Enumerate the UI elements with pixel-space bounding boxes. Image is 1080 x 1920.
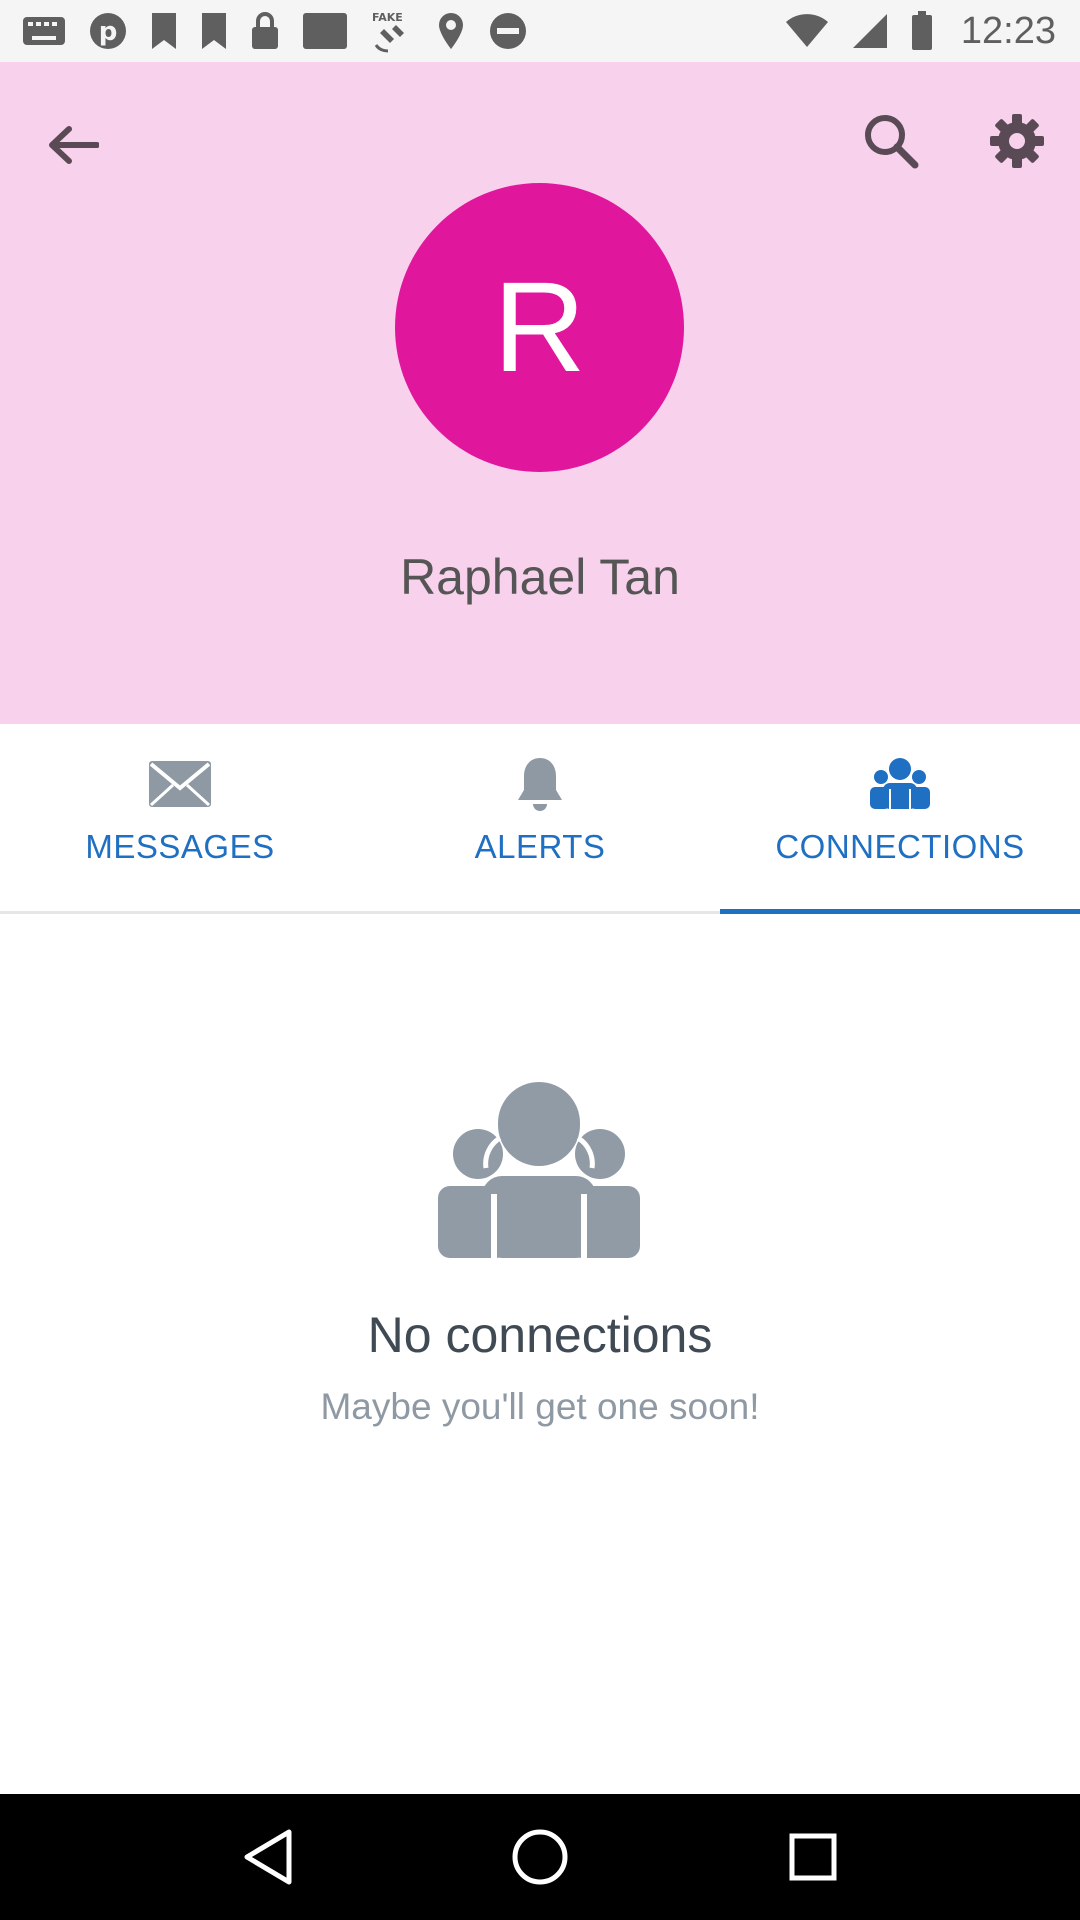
search-icon	[865, 115, 919, 169]
nav-back-button[interactable]	[227, 1817, 307, 1897]
search-button[interactable]	[856, 106, 926, 176]
people-icon	[869, 754, 931, 814]
profile-name: Raphael Tan	[400, 549, 680, 605]
gear-icon	[990, 114, 1044, 168]
empty-state-title: No connections	[367, 1307, 713, 1363]
recents-square-icon	[789, 1833, 837, 1881]
home-circle-icon	[512, 1829, 568, 1885]
tab-bar: MESSAGES ALERTS CONNECTIONS	[0, 724, 1080, 914]
location-icon	[436, 11, 466, 51]
svg-text:p: p	[99, 17, 118, 47]
do-not-disturb-icon	[488, 11, 528, 51]
envelope-icon	[148, 754, 212, 814]
signal-icon	[851, 12, 889, 50]
wifi-icon	[785, 13, 829, 49]
nav-recents-button[interactable]	[773, 1817, 853, 1897]
system-nav-bar	[0, 1794, 1080, 1920]
keyboard-icon	[22, 16, 66, 46]
avatar[interactable]: R	[395, 183, 684, 472]
svg-text:FAKE: FAKE	[372, 11, 403, 24]
app-screen: p FAKE 12:23 R Raphael Tan MESSAGES ALER…	[0, 0, 1080, 1920]
status-time: 12:23	[960, 9, 1056, 52]
bookmark-icon	[200, 11, 228, 51]
pinterest-icon: p	[88, 11, 128, 51]
bell-icon	[517, 754, 563, 814]
tab-label: MESSAGES	[85, 828, 275, 865]
tab-label: ALERTS	[474, 828, 606, 865]
battery-icon	[911, 11, 933, 51]
status-bar: p FAKE 12:23	[0, 0, 1080, 62]
avatar-initial: R	[493, 255, 586, 399]
active-tab-indicator	[720, 909, 1080, 914]
status-bar-notifications: p FAKE	[22, 9, 528, 53]
profile-header: R Raphael Tan	[0, 62, 1080, 724]
bookmark-icon	[150, 11, 178, 51]
tab-messages[interactable]: MESSAGES	[0, 724, 360, 911]
back-triangle-icon	[244, 1829, 292, 1885]
nav-home-button[interactable]	[500, 1817, 580, 1897]
fake-gps-icon: FAKE	[370, 9, 414, 53]
back-button[interactable]	[40, 112, 106, 178]
empty-state-subtitle: Maybe you'll get one soon!	[320, 1386, 760, 1427]
tab-label: CONNECTIONS	[775, 828, 1025, 865]
settings-button[interactable]	[982, 106, 1052, 176]
lock-icon	[250, 11, 280, 51]
people-icon	[438, 1082, 640, 1258]
arrow-left-icon	[49, 126, 99, 164]
tab-alerts[interactable]: ALERTS	[360, 724, 720, 911]
tab-connections[interactable]: CONNECTIONS	[720, 724, 1080, 914]
square-icon	[302, 11, 348, 51]
status-bar-system: 12:23	[785, 10, 1056, 53]
